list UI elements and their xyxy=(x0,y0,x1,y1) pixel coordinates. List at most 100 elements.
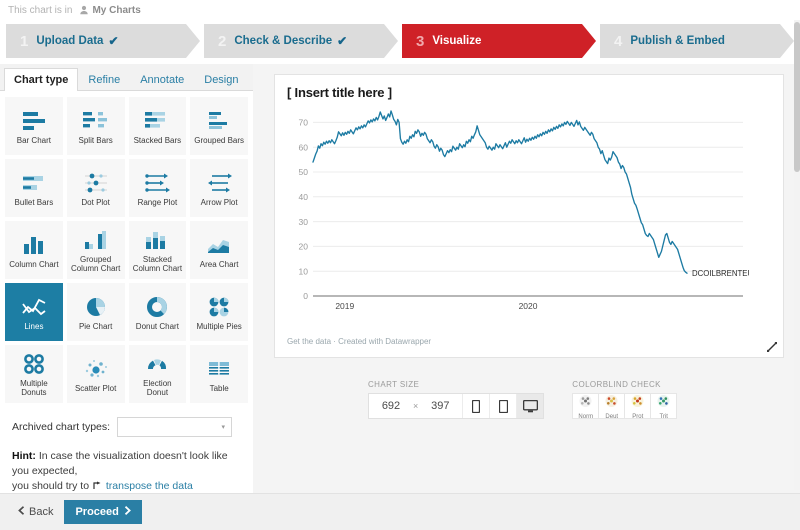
chart-width-input[interactable] xyxy=(369,394,413,418)
arrow-plot-icon xyxy=(204,170,234,196)
chart-type-split-bars[interactable]: Split Bars xyxy=(66,97,125,155)
chart-type-label: Stacked Bars xyxy=(133,135,182,145)
chart-type-multiple-donuts[interactable]: Multiple Donuts xyxy=(5,345,63,403)
archived-chart-types-select[interactable]: ▾ xyxy=(117,417,233,437)
phone-icon[interactable] xyxy=(462,394,490,418)
chart-type-range-plot[interactable]: Range Plot xyxy=(128,159,187,217)
multiple-donuts-icon xyxy=(19,351,49,377)
tab-refine[interactable]: Refine xyxy=(78,68,130,91)
svg-text:70: 70 xyxy=(299,118,309,128)
chart-type-bullet-bars[interactable]: Bullet Bars xyxy=(5,159,63,217)
chart-type-label: Arrow Plot xyxy=(200,197,238,207)
step-number: 2 xyxy=(218,32,227,50)
step-check-describe[interactable]: 2 Check & Describe ✔ xyxy=(204,24,398,58)
chart-type-label: Grouped Column Chart xyxy=(70,255,121,273)
resize-handle-icon[interactable] xyxy=(766,340,778,352)
proceed-button[interactable]: Proceed xyxy=(64,500,142,524)
hint-line-2: you should try to xyxy=(12,480,90,492)
pie-chart-icon xyxy=(81,294,111,320)
step-label: Visualize xyxy=(432,35,482,47)
chart-controls: CHART SIZE × COLORBLIN xyxy=(274,358,784,420)
chart-type-label: Table xyxy=(209,383,229,393)
colorblind-deut-icon xyxy=(604,394,619,413)
chart-type-grouped-column-chart[interactable]: Grouped Column Chart xyxy=(66,221,125,279)
chart-type-table[interactable]: Table xyxy=(190,345,248,403)
colorblind-norm-button[interactable]: Norm xyxy=(572,393,600,420)
bar-chart-icon xyxy=(19,108,49,134)
chart-type-bar-chart[interactable]: Bar Chart xyxy=(5,97,63,155)
svg-text:20: 20 xyxy=(299,242,309,252)
chart-type-label: Stacked Column Chart xyxy=(132,255,183,273)
step-upload-data[interactable]: 1 Upload Data ✔ xyxy=(6,24,200,58)
chart-type-label: Multiple Donuts xyxy=(20,379,48,397)
person-icon xyxy=(79,5,89,15)
step-number: 1 xyxy=(20,32,29,50)
chart-title[interactable]: [ Insert title here ] xyxy=(287,85,771,100)
tablet-icon[interactable] xyxy=(489,394,517,418)
left-panel: Chart type Refine Annotate Design Bar Ch… xyxy=(0,64,253,501)
chart-type-stacked-column-chart[interactable]: Stacked Column Chart xyxy=(128,221,187,279)
back-button[interactable]: Back xyxy=(9,501,62,523)
chart-type-election-donut[interactable]: Election Donut xyxy=(128,345,187,403)
tab-chart-type[interactable]: Chart type xyxy=(4,68,79,91)
colorblind-buttons: Norm Deut Prot Trit xyxy=(572,393,678,420)
donut-chart-icon xyxy=(142,294,172,320)
colorblind-deut-button[interactable]: Deut xyxy=(598,393,626,420)
election-donut-icon xyxy=(142,351,172,377)
chart-type-grouped-bars[interactable]: Grouped Bars xyxy=(190,97,248,155)
right-panel: [ Insert title here ] 0 10 20 30 40 50 60 70 201… xyxy=(253,64,800,501)
colorblind-prot-label: Prot xyxy=(632,413,644,420)
lines-icon xyxy=(19,294,49,320)
chart-type-pie-chart[interactable]: Pie Chart xyxy=(66,283,125,341)
chart-type-label: Bullet Bars xyxy=(14,197,54,207)
line-chart-svg: 0 10 20 30 40 50 60 70 2019 2020 DCOILBRENTEU xyxy=(299,110,749,311)
check-icon: ✔ xyxy=(108,34,119,48)
chart-type-label: Range Plot xyxy=(137,197,178,207)
split-bars-icon xyxy=(81,108,111,134)
chart-type-label: Dot Plot xyxy=(81,197,110,207)
chart-size-box: × xyxy=(368,393,545,419)
svg-text:60: 60 xyxy=(299,142,309,152)
desktop-icon[interactable] xyxy=(516,394,544,418)
chart-type-dot-plot[interactable]: Dot Plot xyxy=(66,159,125,217)
chart-type-label: Pie Chart xyxy=(78,321,113,331)
chart-footer-note[interactable]: Get the data · Created with Datawrapper xyxy=(287,337,431,346)
step-label: Check & Describe xyxy=(234,35,333,47)
chart-type-arrow-plot[interactable]: Arrow Plot xyxy=(190,159,248,217)
svg-text:10: 10 xyxy=(299,266,309,276)
transpose-the-data-link[interactable]: transpose the data xyxy=(106,480,193,492)
archived-chart-types-row: Archived chart types: ▾ xyxy=(0,403,253,437)
chevron-down-icon: ▾ xyxy=(221,424,226,431)
chart-type-area-chart[interactable]: Area Chart xyxy=(190,221,248,279)
chart-type-multiple-pies[interactable]: Multiple Pies xyxy=(190,283,248,341)
colorblind-prot-button[interactable]: Prot xyxy=(624,393,652,420)
multiple-pies-icon xyxy=(204,294,234,320)
colorblind-check-group: COLORBLIND CHECK Norm Deut Prot Trit xyxy=(572,380,678,420)
chart-type-label: Bar Chart xyxy=(16,135,51,145)
range-plot-icon xyxy=(142,170,172,196)
step-publish-embed[interactable]: 4 Publish & Embed xyxy=(600,24,794,58)
chart-type-lines[interactable]: Lines xyxy=(5,283,63,341)
chart-type-stacked-bars[interactable]: Stacked Bars xyxy=(128,97,187,155)
chart-type-column-chart[interactable]: Column Chart xyxy=(5,221,63,279)
colorblind-trit-button[interactable]: Trit xyxy=(650,393,678,420)
hint-bold-label: Hint: xyxy=(12,450,36,462)
chart-type-donut-chart[interactable]: Donut Chart xyxy=(128,283,187,341)
chart-type-scatter-plot[interactable]: Scatter Plot xyxy=(66,345,125,403)
breadcrumb-location-link[interactable]: My Charts xyxy=(79,5,141,16)
step-visualize[interactable]: 3 Visualize xyxy=(402,24,596,58)
stacked-column-chart-icon xyxy=(142,227,172,253)
svg-text:DCOILBRENTEU: DCOILBRENTEU xyxy=(692,269,749,278)
step-label: Publish & Embed xyxy=(630,35,725,47)
chart-type-label: Split Bars xyxy=(78,135,113,145)
archived-label: Archived chart types: xyxy=(12,421,111,433)
scrollbar-thumb[interactable] xyxy=(794,22,800,172)
tab-design[interactable]: Design xyxy=(194,68,248,91)
chevron-right-icon xyxy=(124,506,131,518)
chart-height-input[interactable] xyxy=(418,394,463,418)
hint-line-1: In case the visualization doesn't look l… xyxy=(12,450,228,477)
breadcrumb: This chart is in My Charts xyxy=(0,0,800,20)
step-number: 3 xyxy=(416,32,425,50)
tab-annotate[interactable]: Annotate xyxy=(130,68,194,91)
chart-type-label: Scatter Plot xyxy=(74,383,117,393)
